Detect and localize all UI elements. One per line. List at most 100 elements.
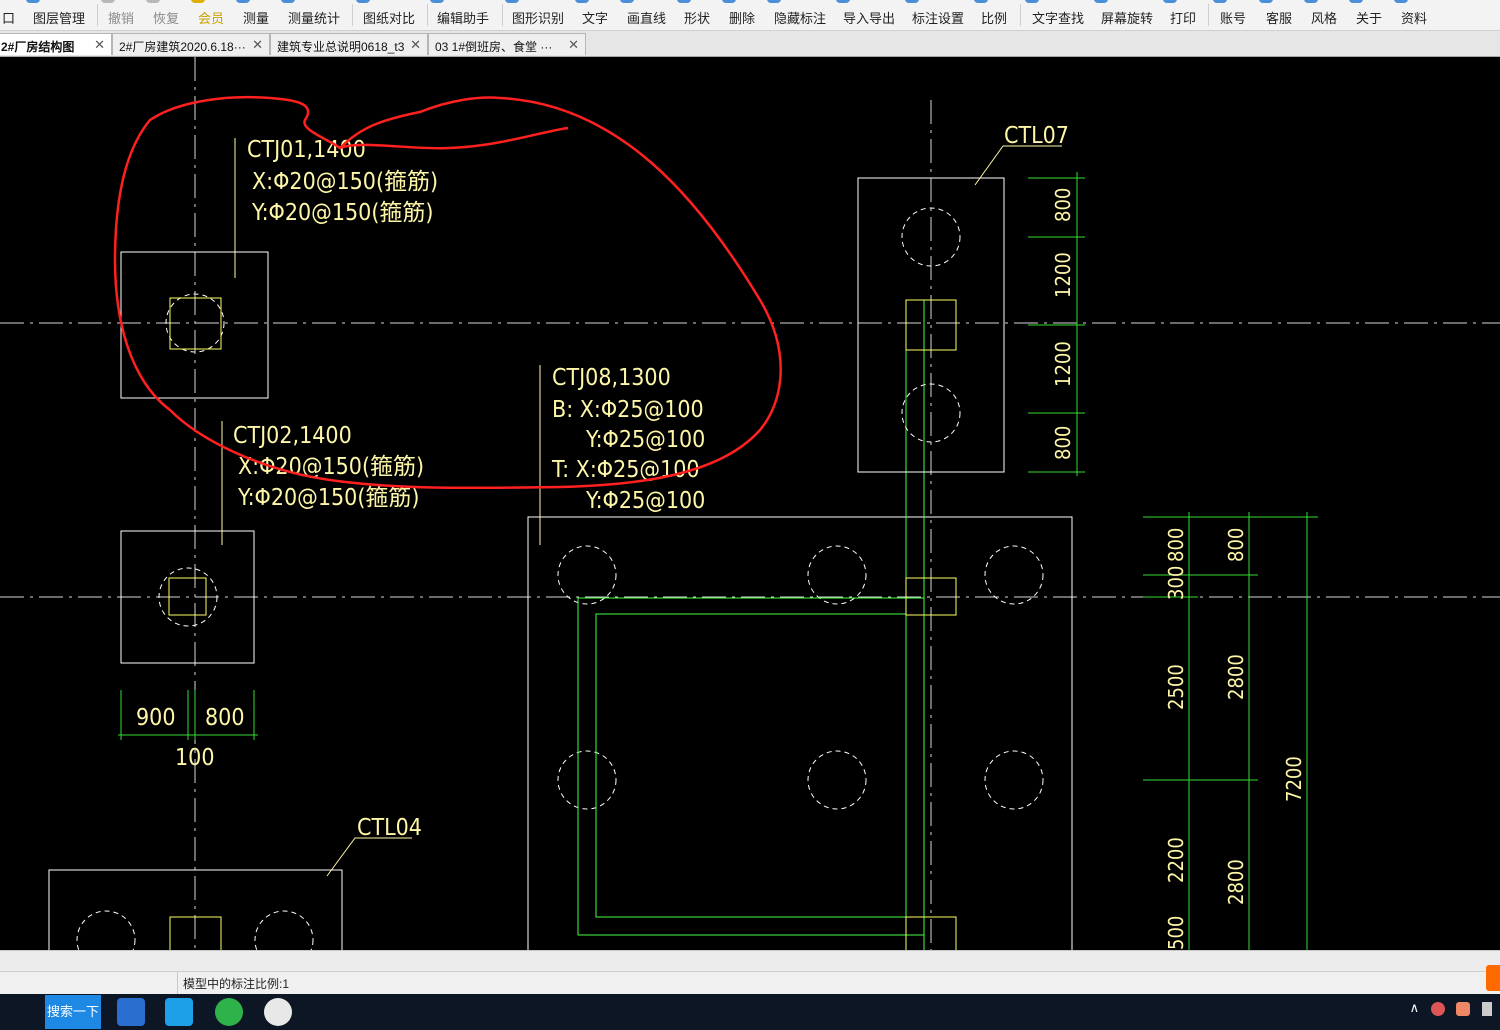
import-export-icon [836, 0, 850, 3]
label-ctj08-by: Y:Φ25@100 [585, 427, 705, 453]
status-bar: 模型中的标注比例:1 [0, 971, 1500, 994]
toolbar-label: 导入导出 [843, 11, 896, 26]
dimension-text: 800 [1051, 188, 1075, 222]
tab-label: 建筑专业总说明0618_t3 [277, 40, 405, 54]
network-icon[interactable] [1482, 1001, 1492, 1016]
label-ctj08-tx: T: X:Φ25@100 [551, 457, 700, 483]
close-icon[interactable]: ✕ [568, 37, 579, 53]
toolbar-label: 隐藏标注 [774, 11, 827, 26]
tab-document[interactable]: 2#厂房结构图 ✕ [0, 33, 112, 55]
dimension-text: 2800 [1224, 654, 1248, 700]
undo-icon [101, 0, 115, 3]
tab-document[interactable]: 2#厂房建筑2020.6.18··· ✕ [112, 33, 270, 55]
leader-line [974, 145, 1062, 186]
toolbar-separator [352, 4, 353, 26]
dimension-text: 7200 [1282, 756, 1306, 802]
stats-icon [281, 0, 295, 3]
compare-icon [356, 0, 370, 3]
toolbar-label: 关于 [1356, 11, 1383, 26]
tray-app-icon[interactable] [1456, 1001, 1471, 1016]
chat-app-icon[interactable] [264, 998, 292, 1026]
dimension-text: 500 [1164, 916, 1188, 950]
search-icon [1025, 0, 1039, 3]
toolbar-label: 打印 [1170, 11, 1197, 26]
dimension-text: 2500 [1164, 664, 1188, 710]
dimension-text: 900 [136, 705, 176, 731]
toolbar-label: 测量统计 [288, 11, 341, 26]
tab-document[interactable]: 建筑专业总说明0618_t3 ✕ [270, 33, 428, 55]
dimension-text: 2200 [1164, 837, 1188, 883]
redo-icon [146, 0, 160, 3]
toolbar-label: 图纸对比 [363, 11, 416, 26]
text-app-icon[interactable] [165, 998, 193, 1026]
os-taskbar: 搜索一下 ∧ [0, 994, 1500, 1030]
label-ctj02-y: Y:Φ20@150(箍筋) [237, 485, 420, 511]
label-ctj08-title: CTJ08,1300 [552, 365, 671, 391]
label-ctj08-bx: B: X:Φ25@100 [552, 397, 704, 423]
browser-icon[interactable] [215, 998, 243, 1026]
about-icon [1349, 0, 1363, 3]
pile-circle [984, 545, 1044, 605]
settings-icon [905, 0, 919, 3]
toolbar-label: 删除 [729, 11, 756, 26]
tray-expand-icon[interactable]: ∧ [1410, 1000, 1420, 1015]
beam-inner [595, 613, 907, 918]
axis-lines [0, 57, 1500, 950]
drawing-canvas[interactable]: CTJ01,1400 X:Φ20@150(箍筋) Y:Φ20@150(箍筋) C… [0, 57, 1500, 950]
toolbar-label: 恢复 [153, 11, 180, 26]
cad-drawing: CTJ01,1400 X:Φ20@150(箍筋) Y:Φ20@150(箍筋) C… [0, 57, 1500, 950]
status-divider [177, 972, 178, 994]
tab-document[interactable]: 03 1#倒班房、食堂 ··· ✕ [428, 33, 586, 55]
dimension-text: 300 [1164, 566, 1188, 600]
cad-app-icon[interactable] [117, 998, 145, 1026]
close-icon[interactable]: ✕ [410, 37, 421, 53]
taskbar-search-button[interactable]: 搜索一下 [45, 995, 101, 1029]
ruler-icon [236, 0, 250, 3]
toolbar-label: 测量 [243, 11, 270, 26]
beam-ctl07 [857, 145, 1062, 473]
account-icon [1213, 0, 1227, 3]
toolbar-label: 标注设置 [912, 11, 965, 26]
toolbar-label: 文字查找 [1032, 11, 1085, 26]
toolbar-label: 文字 [582, 11, 609, 26]
toolbar-label: 账号 [1220, 11, 1247, 26]
close-icon[interactable]: ✕ [94, 37, 105, 53]
delete-icon [722, 0, 736, 3]
beam-ctl04 [48, 837, 412, 950]
dimension-text: 1200 [1051, 341, 1075, 387]
toolbar-separator [97, 4, 98, 26]
resources-icon [1394, 0, 1408, 3]
toolbar-label: 图层管理 [33, 11, 86, 26]
toolbar-label: 口 [2, 11, 16, 26]
dimension-text: 800 [1224, 528, 1248, 562]
line-icon [620, 0, 634, 3]
dimension-text: 800 [1164, 528, 1188, 562]
pile-circle [254, 910, 314, 950]
system-tray: ∧ [1410, 1000, 1492, 1024]
toolbar-label: 客服 [1266, 11, 1293, 26]
layers-icon [26, 0, 40, 3]
rotate-icon [1094, 0, 1108, 3]
label-ctj01-x: X:Φ20@150(箍筋) [252, 169, 438, 195]
style-icon [1304, 0, 1318, 3]
close-icon[interactable]: ✕ [252, 37, 263, 53]
toolbar-label: 画直线 [627, 11, 667, 26]
dimension-text: 2800 [1224, 859, 1248, 905]
toolbar-label: 风格 [1311, 11, 1338, 26]
toolbar-label: 图形识别 [512, 11, 565, 26]
vip-crown-icon [191, 0, 205, 3]
hide-icon [767, 0, 781, 3]
annotation-scale-status: 模型中的标注比例:1 [183, 977, 290, 991]
toolbar-label: 撤销 [108, 11, 135, 26]
label-ctj02-title: CTJ02,1400 [233, 423, 352, 449]
pile-circle [807, 545, 867, 605]
label-ctl04: CTL04 [357, 815, 422, 841]
status-bar-top [0, 950, 1500, 971]
tray-app-icon[interactable] [1430, 1001, 1445, 1016]
edit-icon [430, 0, 444, 3]
tab-label: 2#厂房建筑2020.6.18··· [119, 40, 246, 54]
input-method-icon[interactable] [1486, 965, 1500, 991]
toolbar-label: 比例 [981, 11, 1008, 26]
pile-circle [557, 750, 617, 810]
toolbar-label: 编辑助手 [437, 11, 490, 26]
